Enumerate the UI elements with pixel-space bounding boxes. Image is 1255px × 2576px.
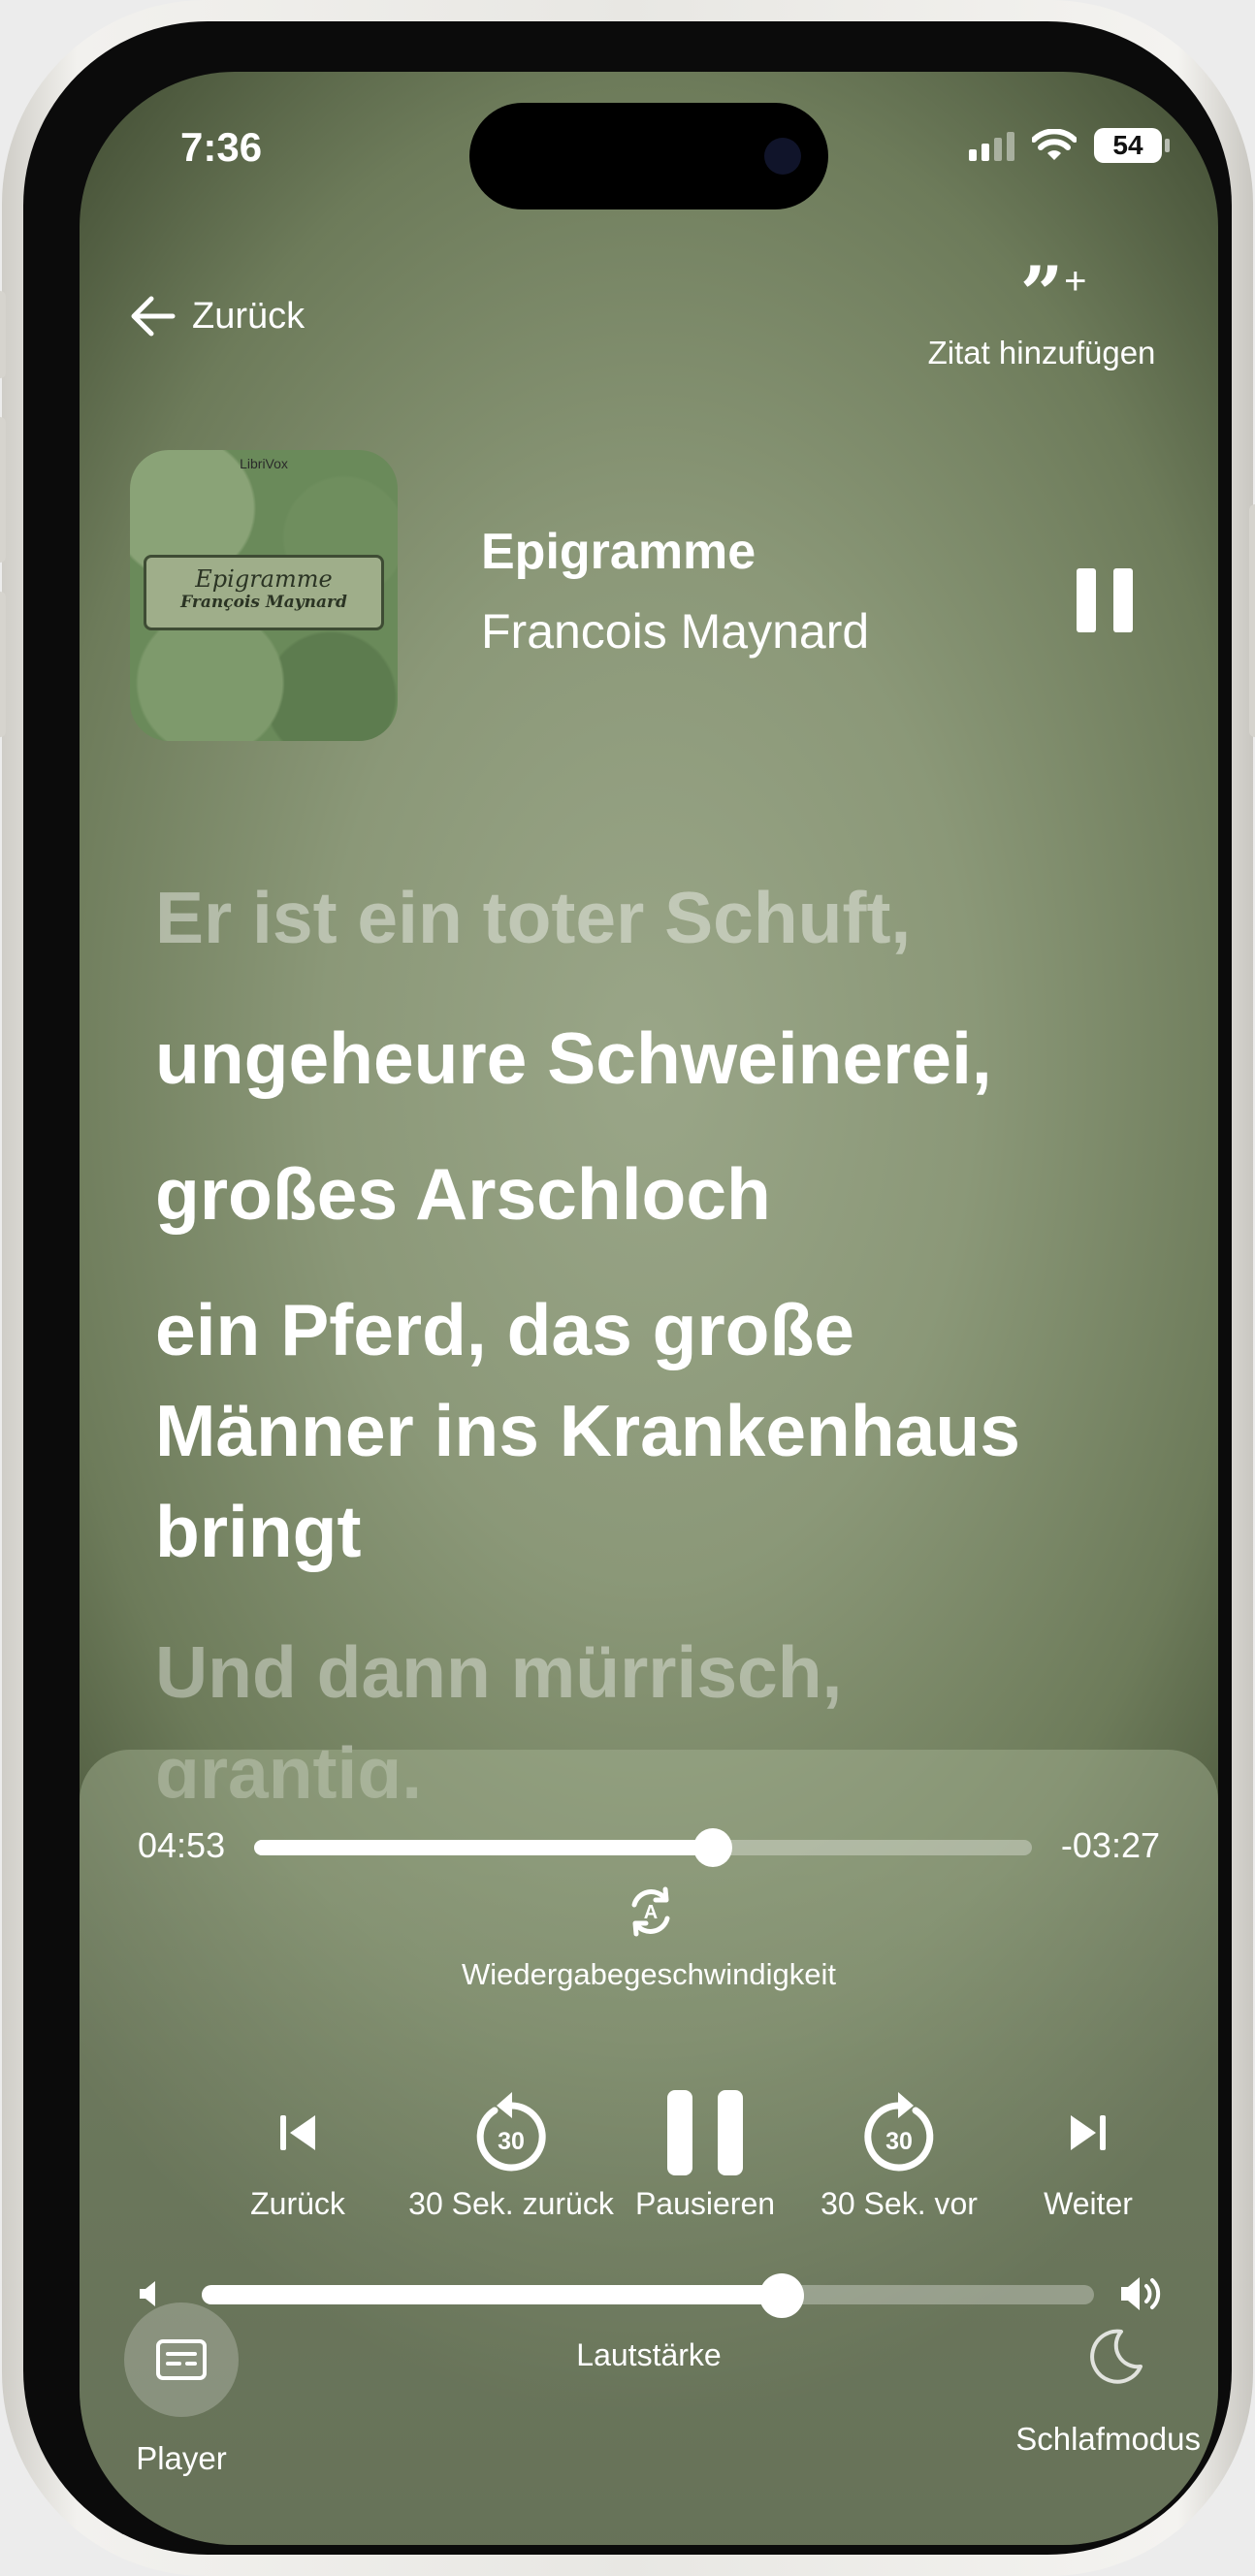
back-button[interactable]: Zurück	[128, 295, 305, 338]
status-icons: 54	[969, 128, 1170, 163]
lyric-line: bringt	[155, 1491, 362, 1572]
lyric-line: ein Pferd, das große	[155, 1289, 854, 1370]
back-label: Zurück	[192, 295, 306, 337]
player-label: Player	[136, 2440, 227, 2476]
cellular-signal-icon	[969, 130, 1014, 161]
previous-label: Zurück	[250, 2186, 345, 2221]
dynamic-island	[469, 103, 828, 209]
track-author: Francois Maynard	[481, 604, 870, 659]
pause-icon	[1077, 568, 1096, 632]
bezel: 7:36 54 Zurück ” + Zitat hinzufügen Libr…	[23, 21, 1232, 2555]
action-button	[0, 291, 6, 378]
player-button[interactable]	[124, 2302, 239, 2417]
quote-plus-icon: ” +	[1019, 250, 1087, 338]
skip-back-label: 30 Sek. zurück	[408, 2186, 614, 2221]
forward-30-icon: 30	[864, 2092, 934, 2172]
previous-button[interactable]: Zurück	[215, 2089, 380, 2222]
skip-forward-label: 30 Sek. vor	[821, 2186, 978, 2221]
volume-slider[interactable]	[202, 2273, 1094, 2318]
skip-previous-icon	[280, 2115, 315, 2150]
cover-title: Epigramme	[195, 565, 333, 593]
moon-icon[interactable]	[1088, 2328, 1144, 2386]
camera-icon	[764, 138, 801, 175]
add-quote-label: Zitat hinzufügen	[927, 335, 1156, 370]
next-button[interactable]: Weiter	[1011, 2089, 1166, 2222]
pause-label: Pausieren	[634, 2186, 776, 2221]
pause-button-compact[interactable]	[1077, 568, 1133, 632]
progress-slider[interactable]	[254, 1828, 1032, 1867]
remaining-time: -03:27	[1060, 1825, 1160, 1865]
rewind-30-icon: 30	[476, 2092, 546, 2172]
pause-icon-bar	[1113, 568, 1133, 632]
cover-brand: LibriVox	[240, 456, 288, 471]
arrow-left-icon	[131, 296, 176, 337]
lyric-line: Er ist ein toter Schuft,	[155, 877, 912, 958]
track-title: Epigramme	[481, 524, 756, 580]
skip-back-30-button[interactable]: 30 30 Sek. zurück	[390, 2089, 632, 2222]
progress-fill	[254, 1840, 714, 1855]
pause-icon	[667, 2090, 743, 2175]
skip-next-icon	[1071, 2115, 1106, 2150]
lyric-line: großes Arschloch	[155, 1153, 771, 1235]
wifi-icon	[1032, 129, 1077, 160]
svg-text:A: A	[644, 1902, 658, 1923]
status-time: 7:36	[180, 124, 263, 170]
volume-up-button	[0, 417, 6, 563]
transcript-icon	[156, 2339, 207, 2380]
battery-indicator: 54	[1094, 128, 1170, 163]
screen: 7:36 54 Zurück ” + Zitat hinzufügen Libr…	[80, 72, 1218, 2545]
volume-fill	[202, 2285, 782, 2304]
skip-forward-30-button[interactable]: 30 30 Sek. vor	[788, 2089, 1011, 2222]
elapsed-time: 04:53	[138, 1825, 226, 1865]
playback-speed-label: Wiedergabegeschwindigkeit	[461, 1957, 836, 1991]
progress-knob[interactable]	[693, 1828, 733, 1867]
power-button	[1249, 504, 1255, 737]
pause-button[interactable]: Pausieren	[623, 2089, 788, 2222]
volume-knob[interactable]	[759, 2273, 804, 2318]
volume-down-button	[0, 592, 6, 737]
next-label: Weiter	[1044, 2186, 1133, 2221]
volume-high-icon	[1121, 2277, 1161, 2310]
cover-author: François Maynard	[180, 593, 347, 612]
phone-frame: 7:36 54 Zurück ” + Zitat hinzufügen Libr…	[0, 0, 1255, 2576]
cover-plate: Epigramme François Maynard	[144, 555, 384, 630]
lyric-line: Männer ins Krankenhaus	[155, 1390, 1020, 1471]
rewind-seconds: 30	[498, 2128, 525, 2155]
lyric-line: Und dann mürrisch,	[155, 1631, 843, 1713]
lyric-line: ungeheure Schweinerei,	[155, 1017, 992, 1099]
playback-speed-icon[interactable]: A	[623, 1884, 679, 1940]
add-quote-button[interactable]: ” + Zitat hinzufügen	[916, 250, 1168, 371]
volume-label: Lautstärke	[576, 2337, 722, 2372]
sleep-mode-label[interactable]: Schlafmodus	[1015, 2421, 1201, 2458]
volume-low-icon	[140, 2281, 155, 2306]
album-cover: LibriVox Epigramme François Maynard	[130, 450, 398, 741]
forward-seconds: 30	[885, 2128, 913, 2155]
